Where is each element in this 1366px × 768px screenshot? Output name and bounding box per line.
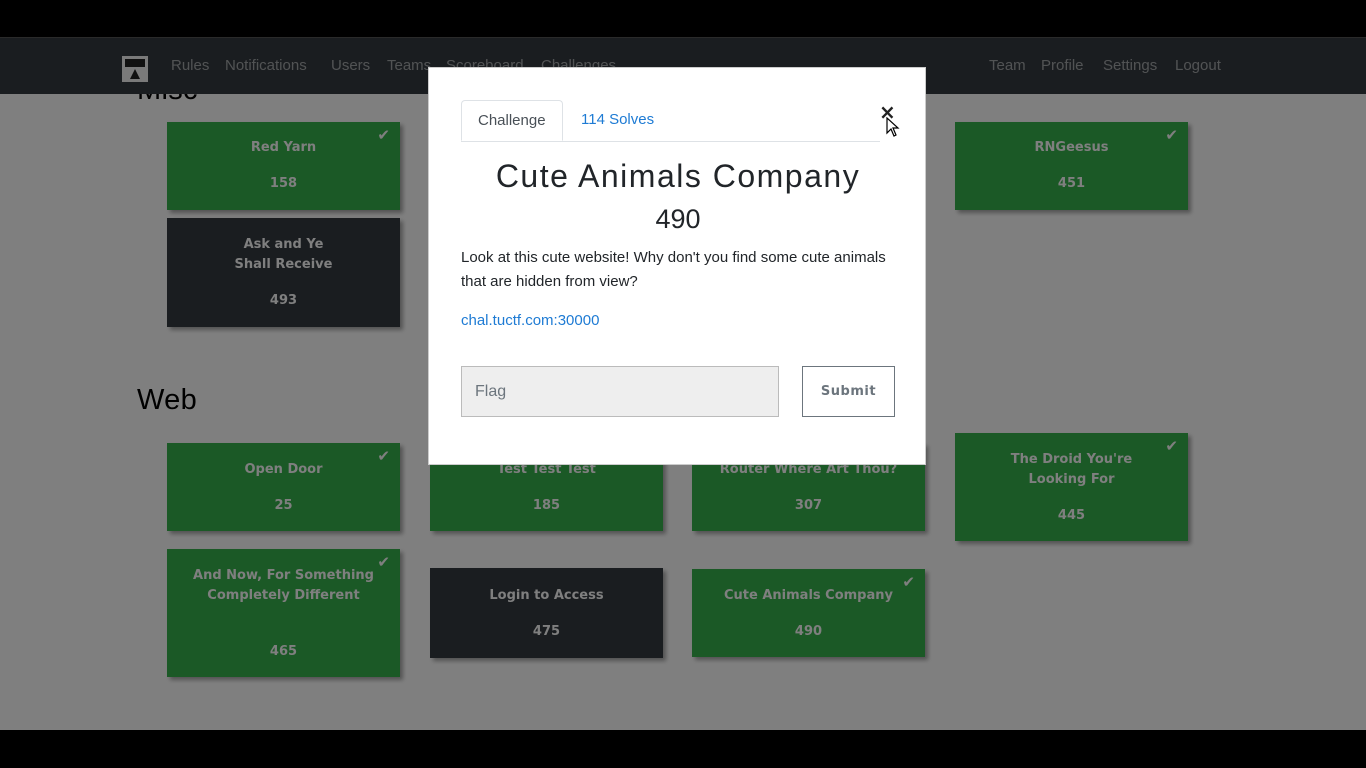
- screen-top-bar: [0, 0, 1366, 38]
- challenges-page: Rules Notifications Users Teams Scoreboa…: [0, 38, 1366, 730]
- tab-challenge[interactable]: Challenge: [461, 100, 563, 141]
- challenge-points: 490: [655, 204, 701, 234]
- mouse-cursor-icon: [886, 117, 900, 137]
- flag-input[interactable]: [461, 366, 779, 417]
- tab-solves[interactable]: 114 Solves: [565, 100, 670, 141]
- modal-tabs: Challenge 114 Solves: [461, 100, 880, 142]
- screen-bottom-bar: [0, 730, 1366, 768]
- challenge-modal: Challenge 114 Solves × Cute Animals Comp…: [428, 67, 926, 465]
- challenge-link[interactable]: chal.tuctf.com:30000: [461, 312, 599, 329]
- challenge-title: Cute Animals Company: [495, 158, 861, 194]
- submit-button[interactable]: Submit: [802, 366, 895, 417]
- challenge-description: Look at this cute website! Why don't you…: [461, 249, 886, 290]
